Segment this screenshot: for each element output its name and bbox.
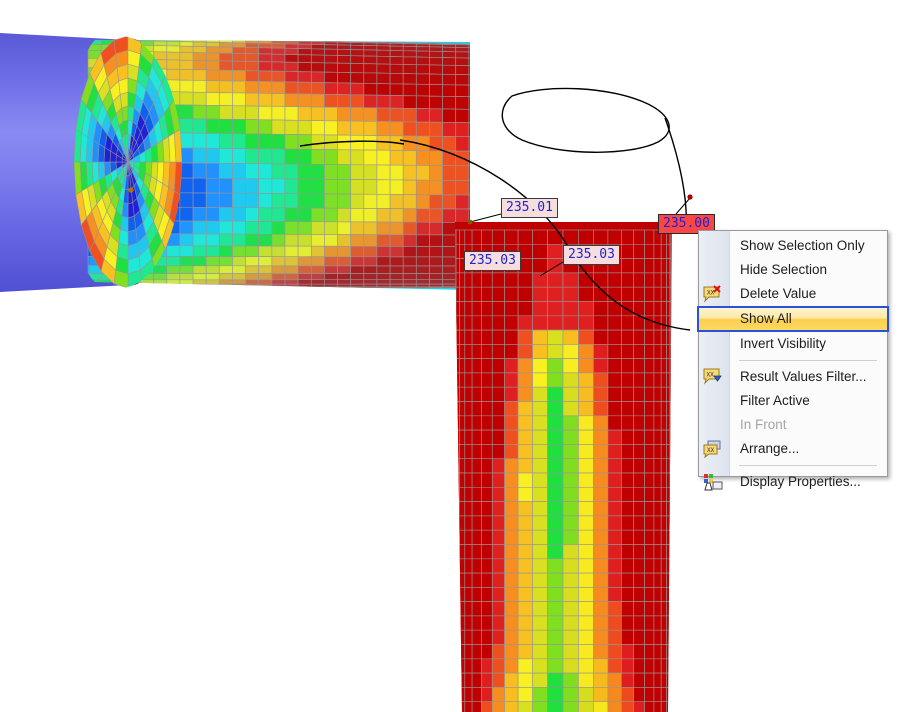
menu-item-hide-selection[interactable]: Hide Selection — [699, 258, 887, 282]
context-menu[interactable]: Show Selection Only Hide Selection XX Delet… — [697, 230, 889, 491]
menu-item-label: Display Properties... — [740, 474, 861, 489]
menu-item-label: Arrange... — [740, 441, 800, 456]
menu-item-label: Invert Visibility — [740, 336, 827, 351]
value-label-1[interactable]: 235.01 — [501, 198, 558, 218]
menu-separator — [739, 360, 877, 361]
menu-separator — [739, 465, 877, 466]
menu-item-label: Result Values Filter... — [740, 369, 867, 384]
menu-item-display-properties[interactable]: Display Properties... — [699, 470, 887, 494]
menu-item-arrange[interactable]: XX Arrange... — [699, 437, 887, 461]
menu-item-label: Show All — [740, 311, 792, 326]
model-viewport[interactable]: 235.01 235.03 235.03 235.00 Show Selection … — [0, 0, 916, 712]
value-label-2[interactable]: 235.03 — [464, 251, 521, 271]
menu-item-result-values-filter[interactable]: XX Result Values Filter... — [699, 365, 887, 389]
menu-item-show-selection-only[interactable]: Show Selection Only — [699, 234, 887, 258]
menu-item-label: Delete Value — [740, 286, 817, 301]
result-filter-icon: XX — [703, 368, 723, 386]
svg-text:XX: XX — [707, 447, 715, 454]
menu-item-in-front: In Front — [699, 413, 887, 437]
svg-text:XX: XX — [707, 372, 715, 379]
menu-item-filter-active[interactable]: Filter Active — [699, 389, 887, 413]
menu-item-label: Show Selection Only — [740, 238, 865, 253]
menu-item-show-all[interactable]: Show All — [697, 306, 889, 332]
menu-item-invert-visibility[interactable]: Invert Visibility — [699, 332, 887, 356]
menu-item-label: Filter Active — [740, 393, 810, 408]
context-menu-list[interactable]: Show Selection Only Hide Selection XX Delet… — [697, 231, 889, 497]
menu-item-label: In Front — [740, 417, 787, 432]
display-properties-icon — [703, 473, 723, 491]
menu-item-label: Hide Selection — [740, 262, 828, 277]
delete-value-icon: XX — [703, 285, 723, 303]
arrange-icon: XX — [703, 440, 723, 459]
menu-item-delete-value[interactable]: XX Delete Value — [699, 282, 887, 306]
value-label-3[interactable]: 235.03 — [563, 245, 620, 265]
svg-text:XX: XX — [707, 290, 715, 297]
vertical-column-mesh — [455, 222, 672, 712]
